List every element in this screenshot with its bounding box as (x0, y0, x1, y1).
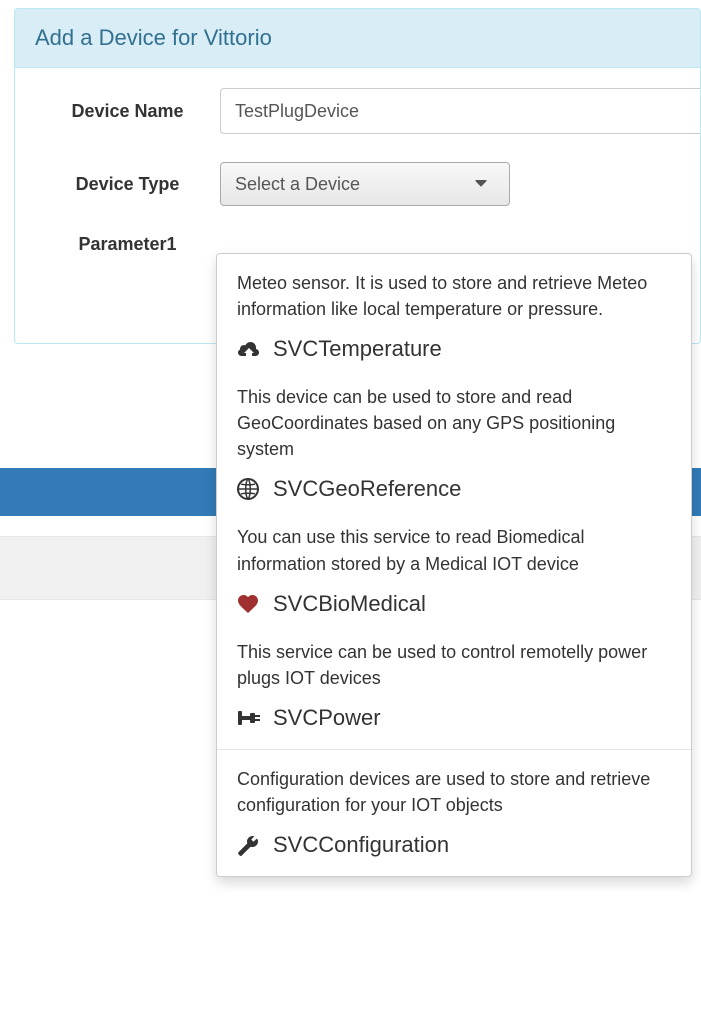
device-type-label: Device Type (35, 174, 220, 195)
dropdown-option-title: SVCGeoReference (273, 476, 461, 502)
chevron-down-icon (475, 180, 487, 188)
device-type-row: Device Type Select a Device (15, 162, 700, 206)
dropdown-option-title-row: SVCGeoReference (237, 476, 671, 502)
dropdown-divider (217, 749, 691, 750)
dropdown-option-title: SVCPower (273, 705, 381, 731)
dropdown-option-desc: Configuration devices are used to store … (237, 766, 671, 818)
dropdown-option-title: SVCTemperature (273, 336, 442, 362)
dropdown-option-svcpower[interactable]: This service can be used to control remo… (217, 629, 691, 743)
dropdown-option-title-row: SVCTemperature (237, 336, 671, 362)
heart-icon (237, 594, 265, 614)
dropdown-option-title: SVCConfiguration (273, 832, 449, 858)
device-name-row: Device Name (15, 88, 700, 134)
device-type-dropdown[interactable]: Meteo sensor. It is used to store and re… (216, 253, 692, 877)
device-name-input[interactable] (220, 88, 700, 134)
dropdown-option-svcgeoreference[interactable]: This device can be used to store and rea… (217, 374, 691, 514)
dropdown-option-title: SVCBioMedical (273, 591, 426, 617)
device-name-label: Device Name (35, 101, 220, 122)
cloud-download-icon (237, 338, 265, 360)
globe-icon (237, 478, 265, 500)
dropdown-option-desc: This device can be used to store and rea… (237, 384, 671, 462)
dropdown-option-desc: This service can be used to control remo… (237, 639, 671, 691)
dropdown-option-svcbiomedical[interactable]: You can use this service to read Biomedi… (217, 514, 691, 628)
dropdown-option-title-row: SVCConfiguration (237, 832, 671, 858)
device-type-selected: Select a Device (235, 174, 360, 195)
wrench-icon (237, 834, 265, 856)
device-type-select[interactable]: Select a Device (220, 162, 510, 206)
panel-title: Add a Device for Vittorio (15, 9, 700, 68)
dropdown-option-title-row: SVCPower (237, 705, 671, 731)
parameter1-row: Parameter1 (15, 234, 700, 255)
parameter1-label: Parameter1 (35, 234, 220, 255)
plug-icon (237, 708, 265, 728)
dropdown-option-desc: Meteo sensor. It is used to store and re… (237, 270, 671, 322)
dropdown-option-desc: You can use this service to read Biomedi… (237, 524, 671, 576)
dropdown-option-svctemperature[interactable]: Meteo sensor. It is used to store and re… (217, 260, 691, 374)
dropdown-option-title-row: SVCBioMedical (237, 591, 671, 617)
dropdown-option-svcconfiguration[interactable]: Configuration devices are used to store … (217, 756, 691, 870)
